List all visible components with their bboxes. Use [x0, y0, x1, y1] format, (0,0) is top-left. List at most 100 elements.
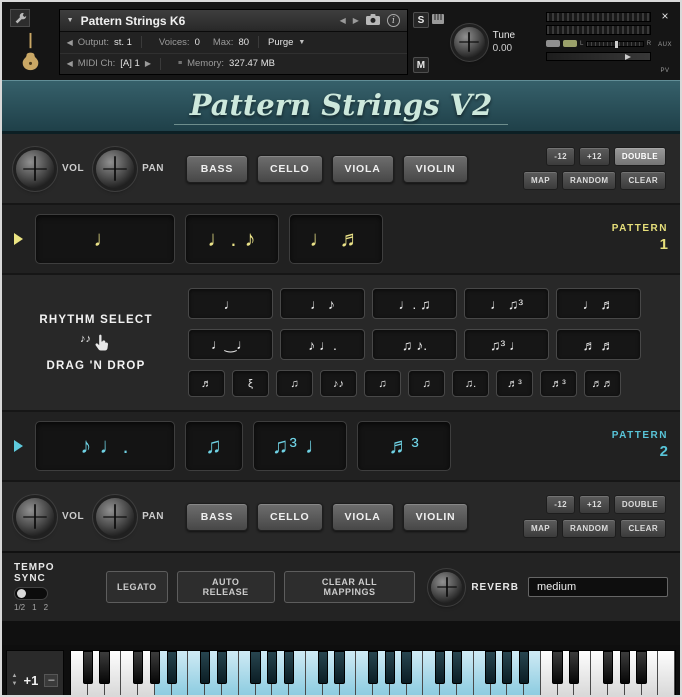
- pattern2-slot-eighth-dotted-quarter[interactable]: ♪ ♩.: [35, 421, 175, 471]
- black-key[interactable]: [368, 651, 378, 684]
- pattern2-instrument-violin[interactable]: VIOLIN: [403, 503, 469, 531]
- rhythm-cell-sixteenth-groups[interactable]: ♬ ♬: [556, 329, 641, 360]
- pattern1-btn-minus-12[interactable]: -12: [546, 147, 575, 166]
- aux-toggle[interactable]: AUX: [658, 42, 672, 48]
- rhythm-cell-eighth-pair-a[interactable]: ♫: [276, 370, 313, 397]
- rhythm-cell-quarter-triplet[interactable]: ♩ ♫³: [464, 288, 549, 319]
- pattern2-btn-map[interactable]: MAP: [523, 519, 558, 538]
- pattern1-volume-knob[interactable]: [16, 150, 54, 188]
- pattern2-instrument-bass[interactable]: BASS: [186, 503, 248, 531]
- black-key[interactable]: [83, 651, 93, 684]
- keyboard-size-handle[interactable]: –: [44, 674, 58, 687]
- pattern1-instrument-cello[interactable]: CELLO: [257, 155, 323, 183]
- pattern1-btn-map[interactable]: MAP: [523, 171, 558, 190]
- black-key[interactable]: [200, 651, 210, 684]
- rhythm-cell-dotted-pair[interactable]: ♫.: [452, 370, 489, 397]
- pattern2-slot-eighth-pair[interactable]: ♫: [185, 421, 243, 471]
- pattern2-instrument-viola[interactable]: VIOLA: [332, 503, 394, 531]
- keyboard-icon[interactable]: [432, 11, 444, 29]
- info-icon[interactable]: i: [387, 14, 400, 27]
- rhythm-cell-quarter[interactable]: ♩: [188, 288, 273, 319]
- reverb-knob[interactable]: [431, 572, 462, 603]
- pattern1-slot-dotted-quarter-eighth[interactable]: ♩. ♪: [185, 214, 279, 264]
- toggle-handle[interactable]: [17, 589, 26, 598]
- octave-up-icon[interactable]: ▲: [12, 673, 18, 680]
- black-key[interactable]: [452, 651, 462, 684]
- rhythm-cell-eighth-pair-c[interactable]: ♫: [408, 370, 445, 397]
- footer-btn-auto-release[interactable]: AUTO RELEASE: [177, 571, 275, 603]
- rhythm-cell-eighth-pair-b[interactable]: ♫: [364, 370, 401, 397]
- pattern1-btn-random[interactable]: RANDOM: [562, 171, 616, 190]
- midi-channel-value[interactable]: [A] 1: [120, 58, 140, 69]
- rhythm-cell-dotted-quarter-pair[interactable]: ♩. ♫: [372, 288, 457, 319]
- midi-next-icon[interactable]: ▶: [145, 59, 151, 68]
- rhythm-cell-quarter-eighth[interactable]: ♩ ♪: [280, 288, 365, 319]
- black-key[interactable]: [267, 651, 277, 684]
- tune-knob[interactable]: [454, 27, 485, 58]
- black-key[interactable]: [569, 651, 579, 684]
- pattern2-volume-knob[interactable]: [16, 498, 54, 536]
- pattern1-pan-knob[interactable]: [96, 150, 134, 188]
- rhythm-cell-eighth-dotted-quarter[interactable]: ♪ ♩.: [280, 329, 365, 360]
- instrument-title[interactable]: Pattern Strings K6: [81, 14, 186, 28]
- reverb-preset-select[interactable]: medium: [528, 577, 668, 597]
- black-key[interactable]: [385, 651, 395, 684]
- footer-btn-clear-all-mappings[interactable]: CLEAR ALL MAPPINGS: [284, 571, 416, 603]
- black-key[interactable]: [133, 651, 143, 684]
- black-key[interactable]: [620, 651, 630, 684]
- octave-arrows-icon[interactable]: ▲ ▼: [12, 673, 18, 687]
- midi-prev-icon[interactable]: ◀: [67, 59, 73, 68]
- output-prev-icon[interactable]: ◀: [67, 38, 73, 47]
- output-value[interactable]: st. 1: [114, 37, 132, 48]
- black-key[interactable]: [636, 651, 646, 684]
- black-key[interactable]: [435, 651, 445, 684]
- octave-down-icon[interactable]: ▼: [12, 681, 18, 688]
- memory-menu-icon[interactable]: ≡: [178, 60, 182, 67]
- pattern2-btn-plus-12[interactable]: +12: [579, 495, 610, 514]
- pattern1-play-icon[interactable]: [14, 233, 23, 245]
- black-key[interactable]: [519, 651, 529, 684]
- pv-toggle[interactable]: PV: [661, 68, 670, 74]
- close-icon[interactable]: ×: [662, 10, 669, 22]
- black-key[interactable]: [284, 651, 294, 684]
- pattern1-instrument-viola[interactable]: VIOLA: [332, 155, 394, 183]
- black-key[interactable]: [250, 651, 260, 684]
- purge-dropdown-icon[interactable]: ▼: [298, 39, 305, 46]
- pattern1-btn-double[interactable]: DOUBLE: [614, 147, 666, 166]
- pattern1-slot-half-note[interactable]: ♩: [35, 214, 175, 264]
- mute-button[interactable]: M: [413, 57, 429, 73]
- rhythm-cell-eighth-eighth[interactable]: ♪♪: [320, 370, 357, 397]
- black-key[interactable]: [401, 651, 411, 684]
- black-key[interactable]: [318, 651, 328, 684]
- prev-instrument-icon[interactable]: ◀: [340, 16, 346, 25]
- black-key[interactable]: [502, 651, 512, 684]
- rhythm-cell-triplet-a[interactable]: ♬³: [496, 370, 533, 397]
- octave-control[interactable]: ▲ ▼ +1 –: [6, 650, 64, 697]
- rhythm-cell-quarter-four-sixteenths[interactable]: ♩ ♬: [556, 288, 641, 319]
- rhythm-cell-triplet-b[interactable]: ♬³: [540, 370, 577, 397]
- solo-button[interactable]: S: [413, 12, 429, 28]
- purge-menu[interactable]: Purge: [268, 37, 293, 48]
- pattern1-instrument-bass[interactable]: BASS: [186, 155, 248, 183]
- white-key[interactable]: [658, 651, 675, 697]
- snapshot-camera-icon[interactable]: [366, 12, 380, 30]
- volume-fader-handle[interactable]: [625, 54, 631, 60]
- pattern2-play-icon[interactable]: [14, 440, 23, 452]
- pattern2-instrument-cello[interactable]: CELLO: [257, 503, 323, 531]
- rhythm-cell-pair-dotted-eighth[interactable]: ♫ ♪.: [372, 329, 457, 360]
- black-key[interactable]: [217, 651, 227, 684]
- pattern2-btn-minus-12[interactable]: -12: [546, 495, 575, 514]
- pan-slider-handle[interactable]: [615, 41, 618, 48]
- black-key[interactable]: [150, 651, 160, 684]
- pattern1-slot-quarter-sixteenths[interactable]: ♩ ♬: [289, 214, 383, 264]
- pattern2-btn-double[interactable]: DOUBLE: [614, 495, 666, 514]
- pan-slider[interactable]: [586, 41, 643, 47]
- rhythm-cell-sixteenths[interactable]: ♬: [188, 370, 225, 397]
- pattern2-slot-triplet-quarter[interactable]: ♫³ ♩: [253, 421, 347, 471]
- black-key[interactable]: [485, 651, 495, 684]
- pattern2-pan-knob[interactable]: [96, 498, 134, 536]
- pattern2-slot-triplet-sixteenths[interactable]: ♬³: [357, 421, 451, 471]
- pattern1-btn-plus-12[interactable]: +12: [579, 147, 610, 166]
- tempo-sync-toggle[interactable]: [14, 587, 48, 600]
- rhythm-cell-tied-quarters[interactable]: ♩‿♩: [188, 329, 273, 360]
